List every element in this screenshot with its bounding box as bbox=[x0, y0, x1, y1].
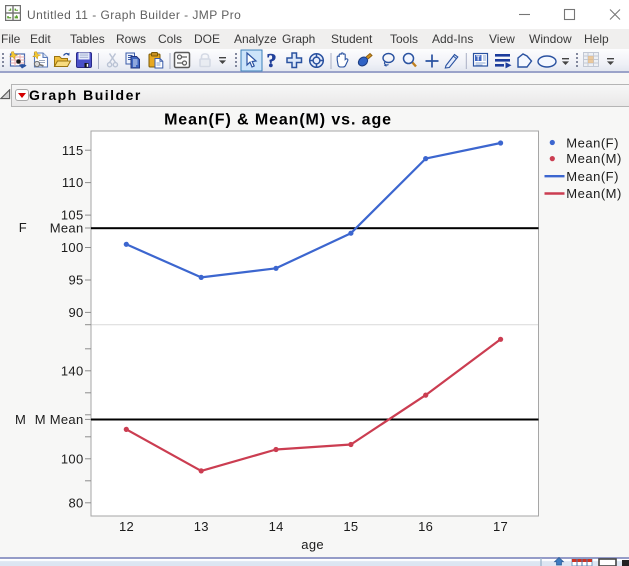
svg-text:90: 90 bbox=[68, 305, 83, 320]
svg-text:Mean(F): Mean(F) bbox=[566, 169, 619, 184]
svg-text:Mean(M): Mean(M) bbox=[566, 151, 622, 166]
svg-text:M Mean: M Mean bbox=[35, 412, 84, 427]
svg-text:110: 110 bbox=[62, 175, 84, 190]
svg-text:Mean: Mean bbox=[50, 221, 84, 236]
svg-text:100: 100 bbox=[61, 451, 84, 466]
svg-text:16: 16 bbox=[418, 519, 433, 534]
svg-text:115: 115 bbox=[62, 143, 84, 158]
svg-text:Mean(F): Mean(F) bbox=[566, 135, 619, 150]
svg-text:F: F bbox=[19, 220, 27, 235]
svg-text:14: 14 bbox=[269, 519, 284, 534]
svg-text:95: 95 bbox=[68, 273, 83, 288]
svg-text:M: M bbox=[15, 412, 26, 427]
svg-text:15: 15 bbox=[343, 519, 358, 534]
svg-text:age: age bbox=[301, 537, 324, 552]
svg-text:17: 17 bbox=[493, 519, 508, 534]
svg-text:13: 13 bbox=[194, 519, 209, 534]
svg-text:Mean(M): Mean(M) bbox=[566, 186, 622, 201]
svg-text:100: 100 bbox=[61, 240, 84, 255]
svg-text:140: 140 bbox=[61, 363, 84, 378]
svg-text:80: 80 bbox=[68, 495, 83, 510]
svg-text:12: 12 bbox=[119, 519, 134, 534]
svg-text:Mean(F) & Mean(M) vs. age: Mean(F) & Mean(M) vs. age bbox=[164, 112, 392, 129]
